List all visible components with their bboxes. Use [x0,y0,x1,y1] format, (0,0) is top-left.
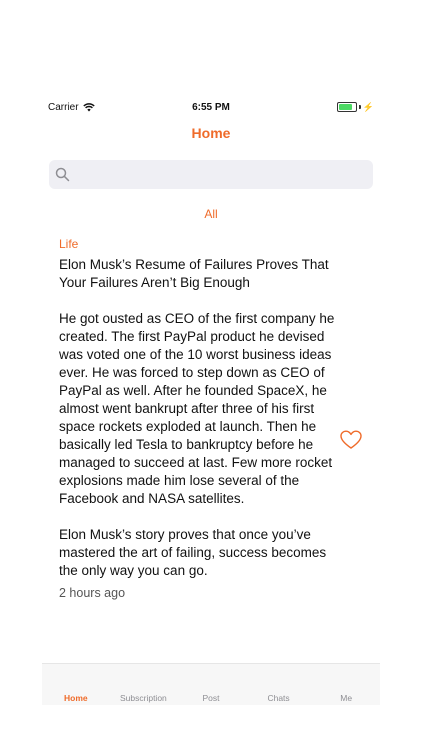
tab-subscription[interactable]: Subscription [110,664,178,705]
battery-indicator: ⚡ [336,101,374,112]
post-timestamp: 2 hours ago [59,586,126,600]
battery-icon [336,102,357,112]
clock: 6:55 PM [192,102,230,113]
battery-tip [358,105,361,109]
post-title[interactable]: Elon Musk’s Resume of Failures Proves Th… [59,256,339,292]
search-input[interactable] [49,160,373,189]
feed-post[interactable]: Life Elon Musk’s Resume of Failures Prov… [59,237,339,600]
tab-post[interactable]: Post [177,664,245,705]
filter-all-tab[interactable]: All [42,207,380,221]
page-title: Home [191,125,231,141]
charging-bolt-icon: ⚡ [362,101,374,112]
like-button[interactable] [340,430,362,450]
search-icon [55,167,70,182]
tab-chats[interactable]: Chats [245,664,313,705]
battery-level [338,104,353,110]
app-screen: Carrier 6:55 PM ⚡ Home All Life Elon Mus… [42,97,380,705]
tab-home[interactable]: Home [42,664,110,705]
post-category[interactable]: Life [59,237,339,251]
status-bar: Carrier 6:55 PM ⚡ [42,97,380,117]
heart-icon [340,430,362,449]
post-body: He got ousted as CEO of the first compan… [59,311,335,578]
tab-me[interactable]: Me [312,664,380,705]
tab-bar: Home Subscription Post Chats Me [42,663,380,705]
